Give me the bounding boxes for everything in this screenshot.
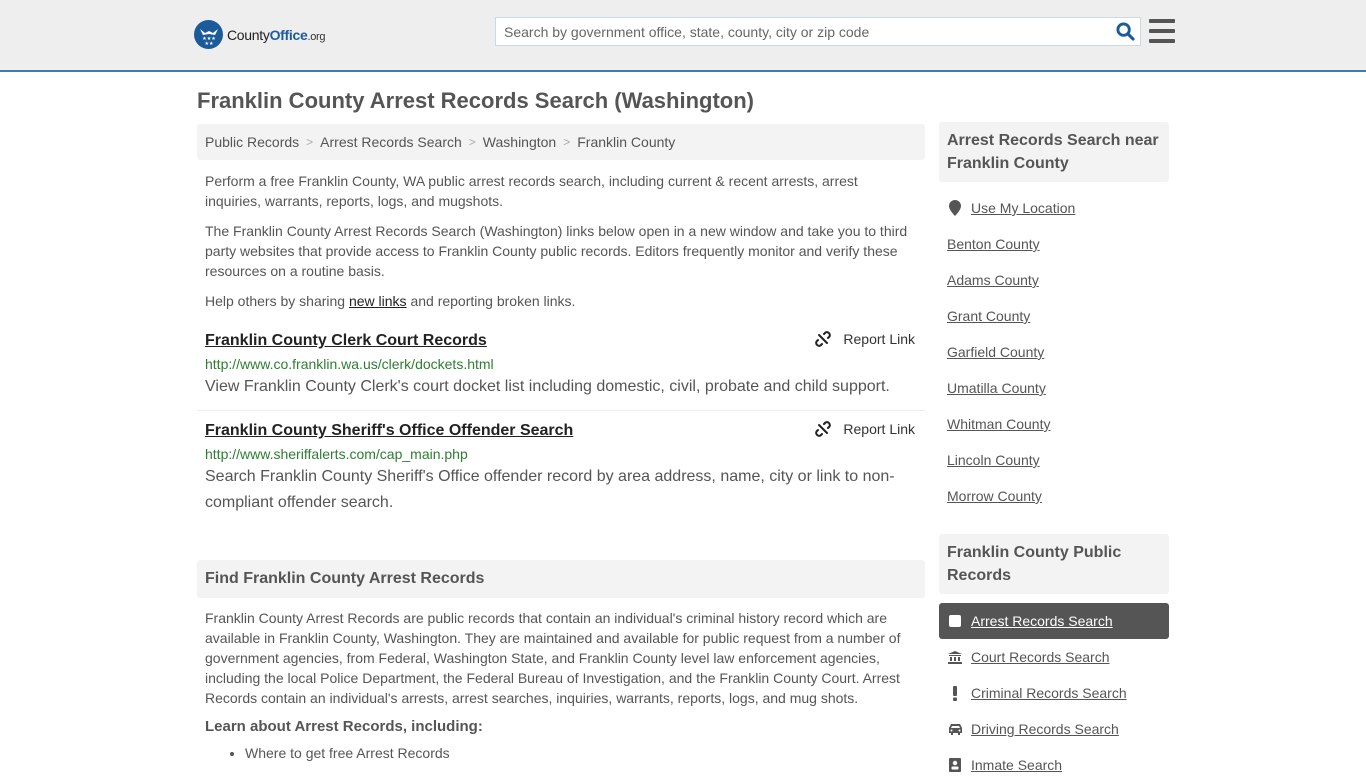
public-record-item-court: Court Records Search [939, 639, 1169, 675]
result-item: Franklin County Clerk Court Records Repo… [197, 321, 925, 410]
nearby-county-item: Grant County [939, 298, 1169, 334]
breadcrumb-separator: > [563, 135, 571, 149]
new-links-link[interactable]: new links [349, 293, 407, 309]
public-records-list: Arrest Records Search Court Records Sear… [939, 603, 1169, 783]
nearby-county-link[interactable]: Lincoln County [947, 452, 1040, 468]
nearby-list: Use My Location Benton County Adams Coun… [939, 190, 1169, 514]
courthouse-icon [947, 650, 963, 664]
breadcrumb-separator: > [306, 135, 314, 149]
inmate-icon [947, 758, 963, 772]
hamburger-menu-icon[interactable] [1149, 19, 1175, 43]
breadcrumb-franklin-county[interactable]: Franklin County [577, 134, 675, 150]
public-record-link[interactable]: Inmate Search [971, 757, 1062, 773]
broken-link-icon [815, 331, 832, 347]
nearby-county-link[interactable]: Morrow County [947, 488, 1042, 504]
breadcrumb-washington[interactable]: Washington [483, 134, 556, 150]
find-records-heading: Find Franklin County Arrest Records [197, 560, 925, 598]
svg-text:★★: ★★ [204, 41, 213, 46]
nearby-county-item: Garfield County [939, 334, 1169, 370]
intro: Perform a free Franklin County, WA publi… [197, 171, 925, 311]
search-icon [1115, 22, 1135, 41]
report-link-button[interactable]: Report Link [815, 421, 915, 437]
use-my-location-link[interactable]: Use My Location [971, 200, 1075, 216]
sidebar: Arrest Records Search near Franklin Coun… [939, 122, 1169, 783]
logo-text: CountyOffice.org [227, 26, 326, 43]
nearby-county-item: Benton County [939, 226, 1169, 262]
share-links-note: Help others by sharing new links and rep… [205, 293, 576, 309]
public-record-link[interactable]: Criminal Records Search [971, 685, 1127, 701]
breadcrumb-public-records[interactable]: Public Records [205, 134, 299, 150]
public-record-link[interactable]: Driving Records Search [971, 721, 1119, 737]
learn-heading: Learn about Arrest Records, including: [205, 718, 483, 735]
car-icon [947, 723, 963, 735]
nearby-heading: Arrest Records Search near Franklin Coun… [939, 122, 1169, 182]
nearby-county-item: Morrow County [939, 478, 1169, 514]
public-records-heading: Franklin County Public Records [939, 534, 1169, 594]
map-marker-icon [947, 200, 963, 216]
result-url: http://www.sheriffalerts.com/cap_main.ph… [205, 446, 468, 462]
page-title: Franklin County Arrest Records Search (W… [197, 88, 755, 113]
search-box [495, 17, 1141, 46]
intro-paragraph: The Franklin County Arrest Records Searc… [205, 223, 908, 279]
breadcrumb-separator: > [468, 135, 476, 149]
nearby-county-link[interactable]: Grant County [947, 308, 1030, 324]
result-item: Franklin County Sheriff's Office Offende… [197, 410, 925, 526]
nearby-county-item: Adams County [939, 262, 1169, 298]
nearby-county-link[interactable]: Whitman County [947, 416, 1050, 432]
square-icon [947, 615, 963, 627]
site-header: ★★★ ★★ CountyOffice.org [0, 0, 1366, 72]
public-record-item-arrest: Arrest Records Search [939, 603, 1169, 639]
search-input[interactable] [496, 18, 1110, 45]
search-button[interactable] [1110, 18, 1140, 45]
result-title-link[interactable]: Franklin County Clerk Court Records [205, 330, 487, 352]
nearby-county-item: Whitman County [939, 406, 1169, 442]
public-record-item-inmate: Inmate Search [939, 747, 1169, 783]
broken-link-icon [815, 421, 832, 437]
nearby-county-link[interactable]: Benton County [947, 236, 1040, 252]
breadcrumb-arrest-records-search[interactable]: Arrest Records Search [320, 134, 462, 150]
breadcrumb: Public Records > Arrest Records Search >… [197, 124, 925, 160]
nearby-county-link[interactable]: Garfield County [947, 344, 1044, 360]
intro-paragraph: Perform a free Franklin County, WA publi… [205, 173, 858, 209]
public-record-item-driving: Driving Records Search [939, 711, 1169, 747]
nearby-county-item: Lincoln County [939, 442, 1169, 478]
result-description: Search Franklin County Sheriff's Office … [205, 468, 895, 511]
nearby-county-item: Umatilla County [939, 370, 1169, 406]
public-record-link[interactable]: Arrest Records Search [971, 613, 1113, 629]
result-description: View Franklin County Clerk's court docke… [205, 378, 890, 395]
public-record-link[interactable]: Court Records Search [971, 649, 1110, 665]
result-url: http://www.co.franklin.wa.us/clerk/docke… [205, 356, 494, 372]
logo-eagle-icon: ★★★ ★★ [194, 20, 223, 49]
use-my-location-item: Use My Location [939, 190, 1169, 226]
site-logo[interactable]: ★★★ ★★ CountyOffice.org [194, 20, 326, 49]
learn-list-item: Where to get free Arrest Records [245, 743, 925, 763]
exclamation-icon [947, 685, 963, 701]
nearby-county-link[interactable]: Adams County [947, 272, 1039, 288]
report-link-button[interactable]: Report Link [815, 331, 915, 347]
learn-list: Where to get free Arrest Records [197, 743, 925, 763]
public-record-item-criminal: Criminal Records Search [939, 675, 1169, 711]
nearby-county-link[interactable]: Umatilla County [947, 380, 1046, 396]
result-title-link[interactable]: Franklin County Sheriff's Office Offende… [205, 420, 573, 442]
main-content: Public Records > Arrest Records Search >… [197, 124, 925, 763]
find-records-body: Franklin County Arrest Records are publi… [205, 610, 901, 706]
